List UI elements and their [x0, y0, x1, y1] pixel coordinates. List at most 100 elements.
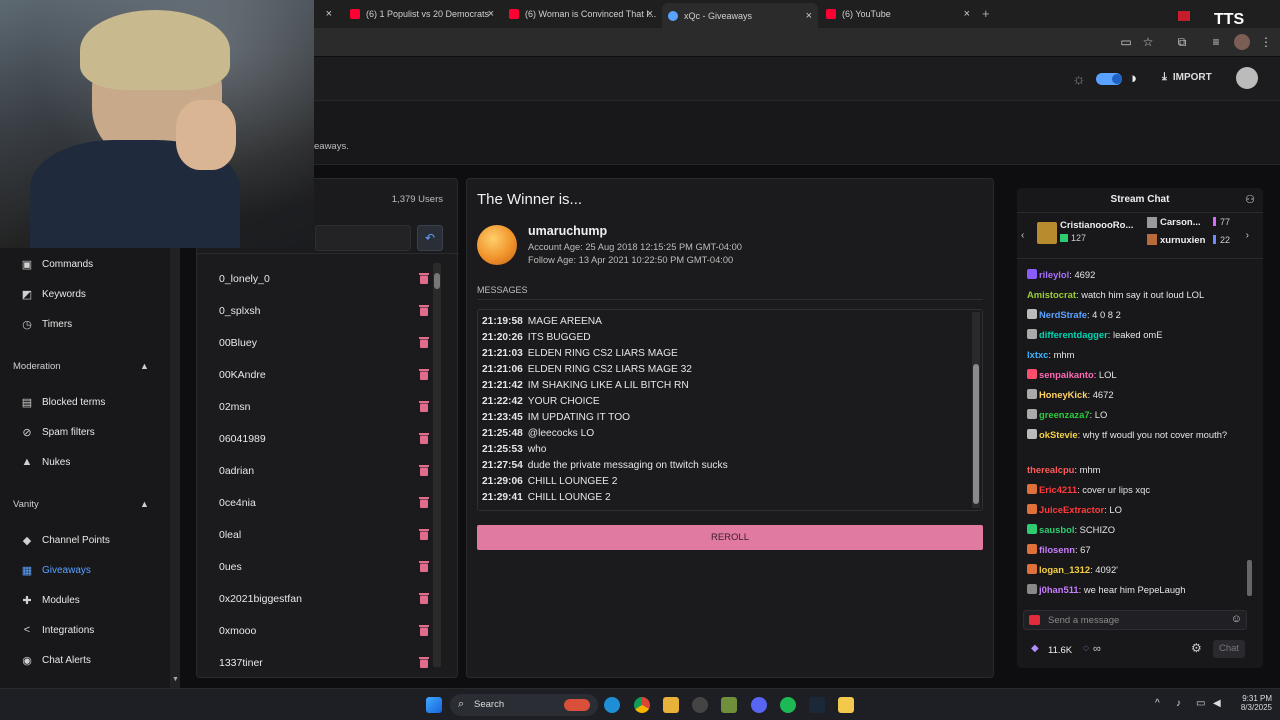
microphone-icon[interactable]: ♪ [1176, 698, 1181, 709]
chat-username[interactable]: therealcpu [1027, 464, 1074, 475]
sidebar-item-spam-filters[interactable]: ⊘ Spam filters [0, 420, 170, 444]
sidebar-item-timers[interactable]: ◷ Timers [0, 312, 170, 336]
emote-icon[interactable]: ☺ [1231, 613, 1242, 625]
theme-toggle[interactable] [1096, 73, 1122, 85]
close-icon[interactable]: × [964, 8, 970, 20]
winner-username[interactable]: umaruchump [528, 224, 607, 238]
gifter-name[interactable]: xurnuxien [1160, 235, 1205, 246]
user-list-item[interactable]: 0_splxsh [219, 295, 429, 327]
chat-username[interactable]: rileylol [1039, 269, 1069, 280]
users-scrollbar[interactable] [433, 263, 441, 667]
chat-username[interactable]: senpaikanto [1039, 369, 1094, 380]
tab-youtube-3[interactable]: (6) YouTube × [820, 4, 976, 24]
chat-input[interactable]: Send a message ☺ [1023, 610, 1247, 630]
chat-username[interactable]: differentdagger [1039, 329, 1108, 340]
close-icon[interactable]: × [488, 8, 494, 20]
gifter-name[interactable]: CristianoooRo... [1060, 220, 1133, 231]
clock[interactable]: 9:31 PM 8/3/2025 [1232, 694, 1272, 712]
chevron-left-icon[interactable]: ‹ [1021, 230, 1024, 241]
messages-scrollbar[interactable] [972, 312, 980, 508]
url-bar[interactable] [318, 32, 1110, 52]
new-tab-button[interactable]: + [982, 6, 990, 21]
trash-icon[interactable] [419, 528, 429, 540]
tab-close-previous[interactable]: × [318, 4, 338, 24]
minecraft-icon[interactable] [721, 697, 737, 713]
user-list-item[interactable]: 0ce4nia [219, 487, 429, 519]
discord-icon[interactable] [751, 697, 767, 713]
trash-icon[interactable] [419, 336, 429, 348]
user-list-item[interactable]: 00KAndre [219, 359, 429, 391]
windows-start-icon[interactable] [426, 697, 442, 713]
volume-icon[interactable]: ◀ [1213, 698, 1221, 709]
sidebar-item-integrations[interactable]: < Integrations [0, 618, 170, 642]
section-moderation[interactable]: Moderation [13, 361, 61, 372]
cast-icon[interactable]: ▭ [1118, 34, 1134, 50]
profile-avatar[interactable] [1234, 34, 1250, 50]
tab-giveaways[interactable]: xQc - Giveaways × [662, 3, 818, 28]
sidebar-scrollbar[interactable]: ▼ [170, 248, 180, 688]
user-list-item[interactable]: 0adrian [219, 455, 429, 487]
user-list-item[interactable]: 02msn [219, 391, 429, 423]
close-icon[interactable]: × [806, 10, 812, 22]
reroll-button[interactable]: REROLL [477, 525, 983, 550]
sidebar-item-chat-alerts[interactable]: ◉ Chat Alerts [0, 648, 170, 672]
chevron-right-icon[interactable]: › [1246, 230, 1249, 241]
chat-username[interactable]: NerdStrafe [1039, 309, 1087, 320]
network-icon[interactable]: ▭ [1196, 698, 1205, 709]
chat-username[interactable]: Eric4211 [1039, 484, 1077, 495]
section-vanity[interactable]: Vanity [13, 499, 39, 510]
extensions-icon[interactable]: ⧉ [1174, 34, 1190, 50]
chat-scrollbar[interactable] [1247, 264, 1253, 604]
tab-youtube-2[interactable]: (6) Woman is Convinced That I... × [503, 4, 659, 24]
chat-username[interactable]: Amistocrat [1027, 289, 1076, 300]
sidebar-item-keywords[interactable]: ◩ Keywords [0, 282, 170, 306]
chat-username[interactable]: okStevie [1039, 429, 1078, 440]
sidebar-item-blocked-terms[interactable]: ▤ Blocked terms [0, 390, 170, 414]
trash-icon[interactable] [419, 272, 429, 284]
app-icon[interactable] [692, 697, 708, 713]
trash-icon[interactable] [419, 400, 429, 412]
trash-icon[interactable] [419, 496, 429, 508]
user-search-input[interactable] [315, 225, 411, 251]
chat-username[interactable]: j0han511 [1039, 584, 1079, 595]
scroll-thumb[interactable] [434, 273, 440, 289]
sidebar-item-nukes[interactable]: ▲ Nukes [0, 450, 170, 474]
chat-username[interactable]: sausbol [1039, 524, 1074, 535]
chat-username[interactable]: logan_1312 [1039, 564, 1090, 575]
trash-icon[interactable] [419, 592, 429, 604]
user-list-item[interactable]: 00Bluey [219, 327, 429, 359]
reading-list-icon[interactable]: ≡ [1208, 34, 1224, 50]
tab-youtube-1[interactable]: (6) 1 Populist vs 20 Democrats × [344, 4, 500, 24]
sidebar-item-commands[interactable]: ▣ Commands [0, 252, 170, 276]
gifter-name[interactable]: Carson... [1160, 217, 1201, 228]
chevron-up-icon[interactable]: ^ [1155, 698, 1160, 709]
scroll-thumb[interactable] [973, 364, 979, 504]
taskbar-search[interactable]: ⌕ Search [450, 694, 598, 716]
user-list-item[interactable]: 0ues [219, 551, 429, 583]
users-icon[interactable]: ⚇ [1245, 193, 1255, 206]
chat-username[interactable]: lxtxc [1027, 349, 1048, 360]
trash-icon[interactable] [419, 464, 429, 476]
chat-username[interactable]: JuiceExtractor [1039, 504, 1104, 515]
trash-icon[interactable] [419, 432, 429, 444]
menu-kebab-icon[interactable]: ⋮ [1258, 34, 1274, 50]
user-avatar[interactable] [1236, 67, 1258, 89]
sidebar-item-giveaways[interactable]: ▦ Giveaways [0, 558, 170, 582]
spotify-icon[interactable] [780, 697, 796, 713]
file-explorer-icon[interactable] [663, 697, 679, 713]
user-list-item[interactable]: 0leal [219, 519, 429, 551]
steam-icon[interactable] [809, 697, 825, 713]
chat-username[interactable]: filosenn [1039, 544, 1075, 555]
user-list-item[interactable]: 0x2021biggestfan [219, 583, 429, 615]
import-button[interactable]: ⤓ IMPORT [1162, 71, 1212, 84]
chat-username[interactable]: greenzaza7 [1039, 409, 1090, 420]
app-icon[interactable] [838, 697, 854, 713]
chat-send-button[interactable]: Chat [1213, 640, 1245, 658]
scroll-down-icon[interactable]: ▼ [172, 676, 179, 683]
edge-icon[interactable] [604, 697, 620, 713]
settings-gear-icon[interactable]: ⚙ [1191, 641, 1202, 655]
user-list-item[interactable]: 0_lonely_0 [219, 263, 429, 295]
user-list-item[interactable]: 1337tiner [219, 647, 429, 679]
sidebar-item-modules[interactable]: ✚ Modules [0, 588, 170, 612]
bookmark-star-icon[interactable]: ☆ [1140, 34, 1156, 50]
